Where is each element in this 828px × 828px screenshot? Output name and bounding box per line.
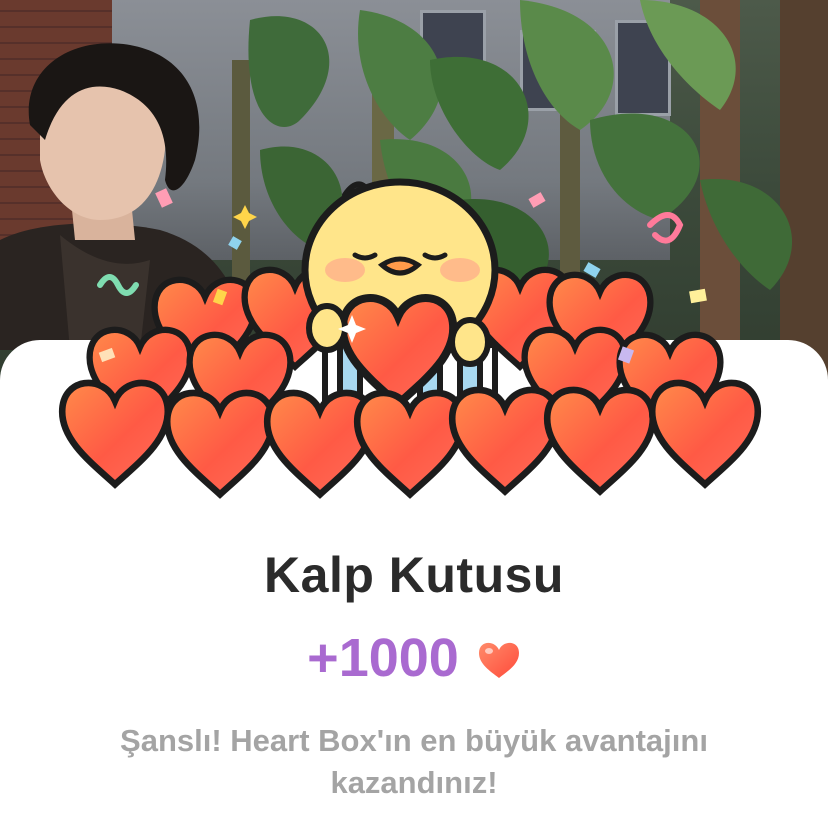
chick-heart-box-illustration: [0, 178, 828, 510]
heart-icon: [478, 642, 519, 678]
reward-title: Kalp Kutusu: [264, 547, 564, 603]
reward-amount: +1000: [307, 628, 459, 688]
reward-message: Şanslı! Heart Box'ın en büyük avantajını…: [120, 723, 708, 800]
reward-row: +1000: [0, 626, 828, 690]
